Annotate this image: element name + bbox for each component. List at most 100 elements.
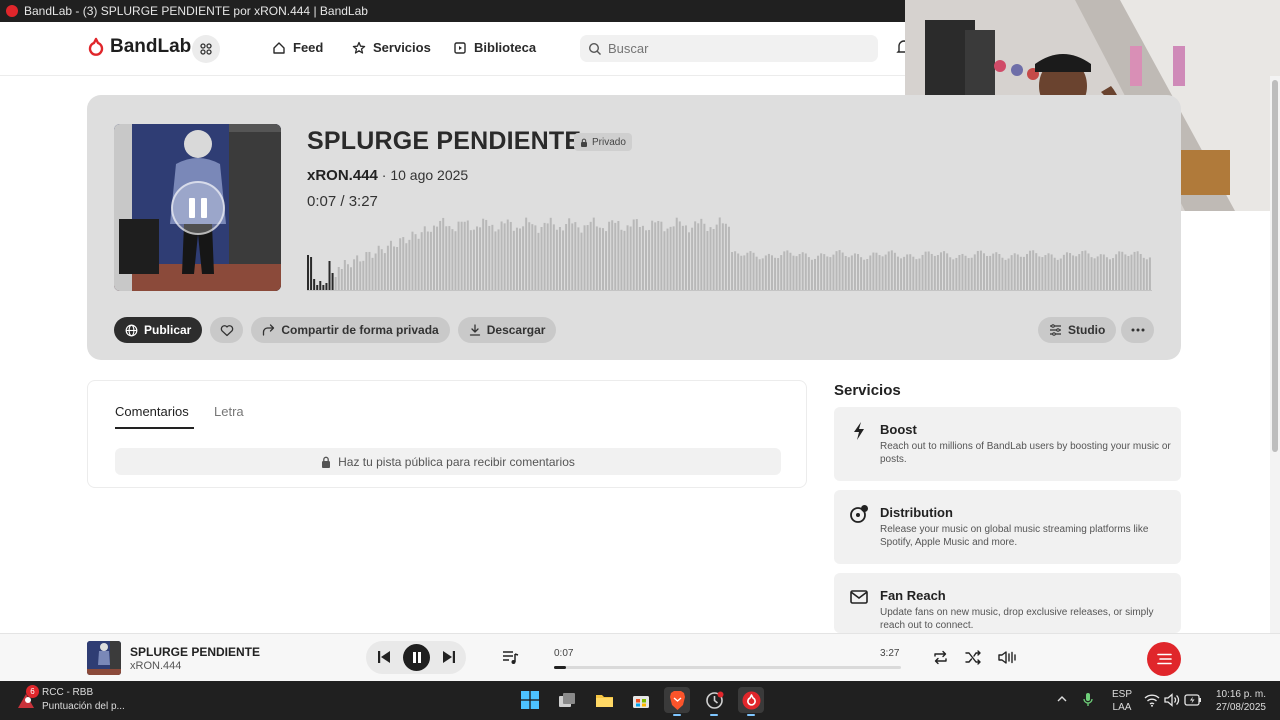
search-input[interactable] (608, 41, 858, 56)
track-actions: Publicar Compartir de forma privada Desc… (114, 317, 557, 343)
show-hidden-icons-chevron-icon[interactable] (1056, 694, 1068, 704)
waveform-bar (890, 250, 893, 291)
waveform-bar (893, 252, 896, 291)
pause-button[interactable] (403, 644, 430, 671)
waveform-bar (414, 234, 417, 291)
bandlab-logo[interactable]: BandLab (86, 36, 191, 58)
more-options-button[interactable] (1121, 317, 1154, 343)
service-card-distribution[interactable]: Distribution Release your music on globa… (834, 490, 1181, 564)
speaker-icon[interactable] (1164, 693, 1180, 707)
windows-logo-icon (521, 691, 539, 709)
waveform-bar (383, 253, 386, 291)
waveform-bar (792, 255, 795, 291)
shuffle-icon[interactable] (965, 650, 982, 665)
service-card-fan-reach[interactable]: Fan Reach Update fans on new music, drop… (834, 573, 1181, 633)
brave-browser-button[interactable] (664, 687, 690, 716)
search-icon (588, 42, 601, 55)
start-button[interactable] (517, 687, 543, 713)
player-artist[interactable]: xRON.444 (130, 660, 181, 672)
search-box[interactable] (580, 35, 878, 62)
waveform-bar (853, 253, 856, 291)
scrollbar-thumb[interactable] (1272, 80, 1278, 452)
services-title: Servicios (834, 382, 901, 399)
waveform-bar (313, 279, 316, 291)
player-track-title[interactable]: SPLURGE PENDIENTE (130, 645, 260, 659)
app-circle-button[interactable] (701, 687, 727, 716)
keyboard-layout: LAA (1112, 702, 1132, 713)
battery-icon[interactable] (1184, 694, 1202, 706)
file-explorer-button[interactable] (591, 687, 617, 713)
waveform-bar (479, 227, 482, 291)
cover-pause-button[interactable] (171, 181, 225, 235)
menu-fab-button[interactable] (1147, 642, 1181, 676)
nav-servicios-label: Servicios (373, 40, 431, 55)
apps-grid-button[interactable] (192, 35, 220, 63)
player-cover[interactable] (87, 641, 121, 675)
waveform-bar (804, 253, 807, 291)
waveform-bar (857, 254, 860, 291)
waveform-bar (780, 255, 783, 291)
waveform-bar (924, 251, 927, 291)
wifi-icon[interactable] (1144, 693, 1160, 707)
waveform-bar (420, 232, 423, 291)
waveform-bar (896, 256, 899, 291)
waveform-bar (967, 258, 970, 291)
waveform-bar (1062, 254, 1065, 291)
store-button[interactable] (628, 687, 654, 713)
player-progress-fill (554, 666, 566, 669)
waveform-bar (362, 260, 365, 291)
waveform-bar (906, 254, 909, 291)
microphone-icon[interactable] (1082, 692, 1094, 708)
waveform-bar (814, 258, 816, 291)
track-cover[interactable] (114, 124, 281, 291)
task-view-button[interactable] (554, 687, 580, 713)
waveform-bar (307, 255, 309, 291)
download-button[interactable]: Descargar (457, 317, 557, 343)
publish-button[interactable]: Publicar (114, 317, 203, 343)
artist-name[interactable]: xRON.444 (307, 167, 378, 184)
repeat-icon[interactable] (932, 650, 949, 665)
player-progress-bar[interactable] (554, 666, 901, 669)
waveform-bar (786, 250, 789, 291)
waveform-bar (764, 255, 767, 291)
waveform-bar (1047, 253, 1050, 291)
waveform-bar (715, 224, 718, 291)
previous-track-icon[interactable] (376, 649, 392, 665)
nav-biblioteca[interactable]: Biblioteca (453, 40, 536, 55)
waveform-bar (611, 220, 614, 291)
waveform-bar (801, 252, 804, 291)
track-title: SPLURGE PENDIENTE (307, 127, 582, 155)
waveform-bar (365, 252, 368, 291)
waveform-bar (915, 259, 918, 291)
tab-letra[interactable]: Letra (214, 404, 244, 419)
waveform-bar (973, 254, 976, 291)
service-name: Distribution (880, 505, 953, 520)
waveform[interactable] (307, 217, 1152, 291)
nav-feed[interactable]: Feed (272, 40, 323, 55)
waveform-bar (350, 267, 353, 291)
waveform-bar (755, 256, 758, 291)
waveform-bar (1102, 254, 1105, 291)
queue-icon[interactable] (502, 650, 519, 665)
language-indicator[interactable]: ESP LAA (1112, 688, 1132, 714)
volume-icon[interactable] (998, 650, 1017, 665)
share-privately-button[interactable]: Compartir de forma privada (251, 317, 450, 343)
page-scrollbar[interactable] (1270, 76, 1280, 633)
waveform-bar (528, 222, 531, 291)
waveform-bar (571, 223, 574, 291)
news-widget[interactable]: 6 RCC - RBB Puntuación del p... (14, 685, 125, 714)
waveform-bar (1133, 251, 1136, 291)
service-card-boost[interactable]: Boost Reach out to millions of BandLab u… (834, 407, 1181, 481)
next-track-icon[interactable] (441, 649, 457, 665)
waveform-bar (912, 256, 915, 291)
waveform-bar (402, 237, 405, 291)
studio-button[interactable]: Studio (1038, 317, 1117, 343)
total-time: 3:27 (348, 193, 378, 210)
home-icon (273, 41, 285, 54)
bandlab-taskbar-button[interactable] (738, 687, 764, 716)
nav-servicios[interactable]: Servicios (352, 40, 431, 55)
waveform-bar (1108, 259, 1111, 291)
system-clock[interactable]: 10:16 p. m. 27/08/2025 (1210, 688, 1266, 714)
like-button[interactable] (210, 317, 244, 343)
tab-comentarios[interactable]: Comentarios (115, 404, 189, 419)
